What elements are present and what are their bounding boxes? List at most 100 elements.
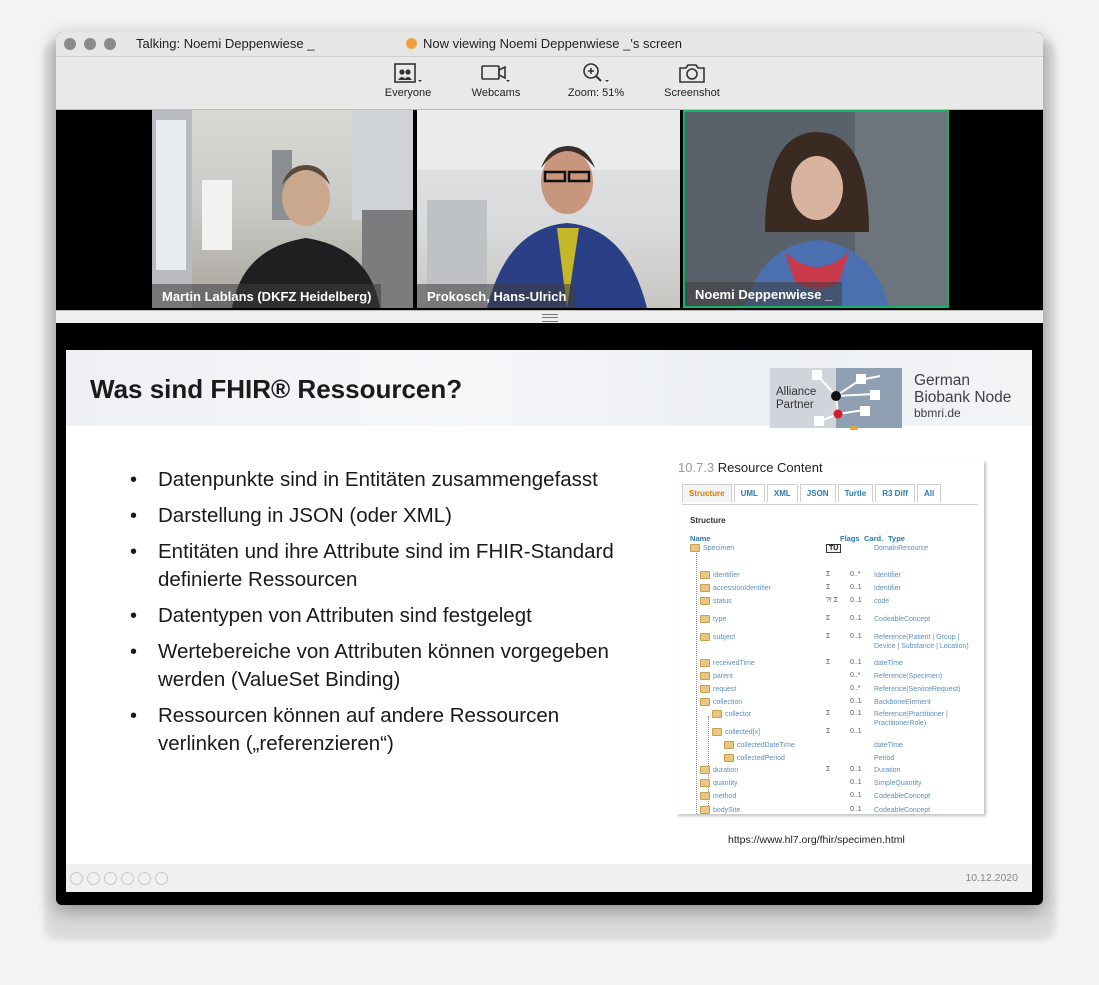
nav-more-icon[interactable] <box>155 872 168 885</box>
fhir-row-type: Reference(Patient | Group | Device | Sub… <box>874 634 969 650</box>
zoom-window-button[interactable] <box>104 38 116 50</box>
element-type-icon <box>712 710 722 718</box>
fhir-row-card: 0..1 <box>850 766 862 773</box>
meeting-window: Talking: Noemi Deppenwiese _ Now viewing… <box>56 32 1043 905</box>
screenshot-button[interactable]: Screenshot <box>658 61 726 99</box>
webcam-icon <box>481 65 510 82</box>
element-type-icon <box>700 672 710 680</box>
resize-divider[interactable] <box>56 310 1043 323</box>
fhir-row-card: 0..1 <box>850 806 862 813</box>
bullet-item: Wertebereiche von Attributen können vorg… <box>126 638 646 694</box>
element-type-icon <box>700 633 710 641</box>
zoom-button[interactable]: Zoom: 51% <box>562 61 630 99</box>
nav-zoom-icon[interactable] <box>138 872 151 885</box>
fhir-element-name: accessionIdentifier <box>713 584 771 592</box>
screenshot-label: Screenshot <box>664 87 720 99</box>
fhir-element-name: identifier <box>713 571 740 579</box>
drag-handle-icon[interactable] <box>542 314 558 322</box>
fhir-row-card: 0..* <box>850 685 861 692</box>
fhir-row-name: method <box>700 792 736 800</box>
webcams-button[interactable]: Webcams <box>468 61 524 99</box>
element-type-icon <box>700 584 710 592</box>
shared-screen-slide: Was sind FHIR® Ressourcen? Alliance Part… <box>66 350 1032 892</box>
fhir-element-name: subject <box>713 633 736 641</box>
slide-title: Was sind FHIR® Ressourcen? <box>90 374 463 404</box>
zoom-label: Zoom: 51% <box>567 87 625 99</box>
element-type-icon <box>690 544 700 552</box>
minimize-window-button[interactable] <box>84 38 96 50</box>
gallery-view-icon <box>394 63 422 83</box>
participant-name: Prokosch, Hans-Ulrich <box>417 284 577 308</box>
fhir-row-name: status <box>700 597 732 605</box>
bullet-item: Datentypen von Attributen sind festgeleg… <box>126 602 646 630</box>
element-type-icon <box>700 766 710 774</box>
element-type-icon <box>700 685 710 693</box>
fhir-row-card: 0..1 <box>850 728 862 735</box>
screen-share-icon <box>406 38 417 49</box>
fhir-tabs: Structure UML XML JSON Turtle R3 Diff Al… <box>682 484 942 502</box>
fhir-row-flags: Σ <box>826 633 831 640</box>
gbn-label: German Biobank Node bbmri.de <box>914 372 1011 421</box>
fhir-element-name: status <box>713 597 732 605</box>
element-type-icon <box>700 597 710 605</box>
section-number: 10.7.3 <box>678 460 715 475</box>
fhir-row-name: duration <box>700 766 738 774</box>
tab-underline <box>682 504 978 505</box>
tree-line <box>696 550 697 814</box>
participant-video <box>417 110 680 308</box>
fhir-row-name: quantity <box>700 779 738 787</box>
close-window-button[interactable] <box>64 38 76 50</box>
fhir-row-name: receivedTime <box>700 659 755 667</box>
fhir-element-name: duration <box>713 766 739 774</box>
participant-video-strip: Martin Lablans (DKFZ Heidelberg) Prokosc… <box>56 110 1043 310</box>
viewing-status: Now viewing Noemi Deppenwiese _'s screen <box>406 36 682 51</box>
participant-tile[interactable]: Martin Lablans (DKFZ Heidelberg) <box>152 110 413 308</box>
alliance-partner-label: Alliance Partner <box>776 386 816 412</box>
column-type: Type <box>888 534 905 543</box>
fhir-row-name: collector <box>712 710 751 718</box>
fhir-section-heading: 10.7.3 Resource Content <box>678 460 823 475</box>
nav-next-icon[interactable] <box>87 872 100 885</box>
fhir-row-card: 0..1 <box>850 792 862 799</box>
fhir-row-name: bodySite <box>700 806 740 814</box>
fhir-row-type: code <box>874 598 890 605</box>
fhir-row-card: 0..1 <box>850 584 862 591</box>
column-card: Card. <box>864 534 884 543</box>
fhir-row-flags: ?! Σ <box>826 597 839 604</box>
participant-tile-active[interactable]: Noemi Deppenwiese _ <box>683 110 949 308</box>
fhir-row-type: Reference(Practitioner | PractitionerRol… <box>874 711 948 727</box>
column-flags: Flags <box>840 534 860 543</box>
slide-nav-controls <box>70 872 168 885</box>
fhir-row-type: Reference(Specimen) <box>874 673 943 680</box>
fhir-element-name: collectedPeriod <box>737 754 785 762</box>
nav-prev-icon[interactable] <box>70 872 83 885</box>
fhir-row-name: collected[x] <box>712 728 760 736</box>
fhir-row-name: Specimen <box>690 544 734 552</box>
element-type-icon <box>700 792 710 800</box>
fhir-row-type: Identifier <box>874 572 901 579</box>
fhir-resource-screenshot: 10.7.3 Resource Content Structure UML XM… <box>676 460 984 814</box>
participant-name: Noemi Deppenwiese _ <box>685 282 843 306</box>
fhir-element-name: parent <box>713 672 733 680</box>
fhir-row-type: CodeableConcept <box>874 793 931 800</box>
fhir-element-name: Specimen <box>703 544 735 552</box>
camera-icon <box>679 64 705 83</box>
fhir-row-flags: Σ <box>826 659 831 666</box>
nav-pen-icon[interactable] <box>104 872 117 885</box>
fhir-row-name: type <box>700 615 726 623</box>
fhir-element-name: collection <box>713 698 743 706</box>
fhir-row-name: collectedDateTime <box>724 741 795 749</box>
bullet-item: Datenpunkte sind in Entitäten zusammenge… <box>126 466 646 494</box>
nav-grid-icon[interactable] <box>121 872 134 885</box>
participant-tile[interactable]: Prokosch, Hans-Ulrich <box>417 110 680 308</box>
title-bar: Talking: Noemi Deppenwiese _ Now viewing… <box>56 32 1043 57</box>
fhir-row-name: request <box>700 685 736 693</box>
fhir-row-name: accessionIdentifier <box>700 584 771 592</box>
slide-footer: 10.12.2020 <box>66 864 1032 892</box>
talking-status: Talking: Noemi Deppenwiese _ <box>136 36 315 51</box>
alliance-text: Alliance <box>776 386 817 398</box>
everyone-button[interactable]: Everyone <box>382 61 434 99</box>
zoom-icon <box>583 63 609 82</box>
element-type-icon <box>700 615 710 623</box>
bbmri-logo: Alliance Partner German Biobank Node bbm… <box>770 366 1020 434</box>
